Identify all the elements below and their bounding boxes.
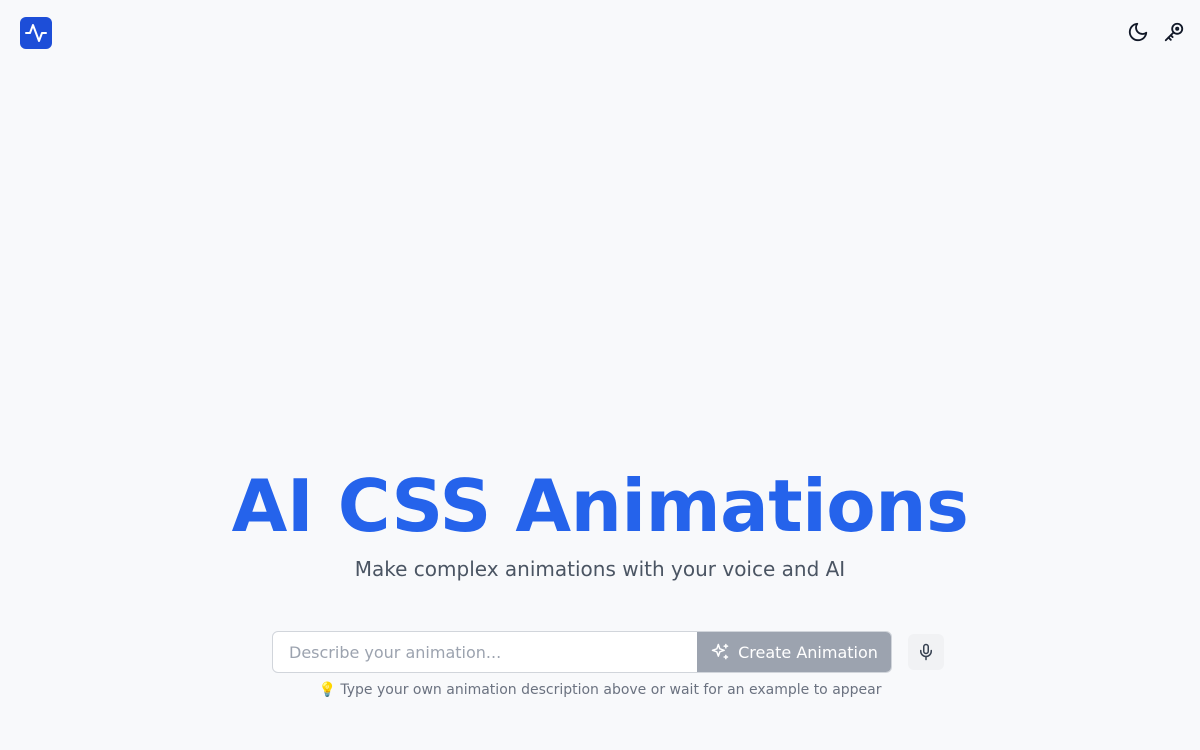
animation-description-input[interactable] — [273, 632, 697, 672]
lightbulb-icon: 💡 — [318, 682, 336, 698]
moon-icon — [1128, 22, 1148, 42]
page-subtitle: Make complex animations with your voice … — [354, 557, 846, 581]
voice-input-button[interactable] — [908, 634, 944, 670]
header-actions — [1126, 20, 1186, 44]
microphone-icon — [920, 643, 932, 661]
page-title: AI CSS Animations — [231, 464, 969, 548]
create-animation-label: Create Animation — [738, 642, 878, 662]
prompt-row: Create Animation — [272, 631, 944, 673]
hint-text: 💡 Type your own animation description ab… — [0, 682, 1200, 698]
create-animation-button[interactable]: Create Animation — [697, 632, 891, 672]
key-icon — [1164, 22, 1184, 42]
app-logo[interactable] — [20, 17, 52, 49]
sparkles-icon — [711, 643, 729, 660]
hint-message: Type your own animation description abov… — [340, 682, 882, 698]
activity-pulse-icon — [25, 24, 47, 42]
hero-section: AI CSS Animations Make complex animation… — [0, 466, 1200, 582]
theme-toggle-button[interactable] — [1126, 20, 1150, 44]
api-key-button[interactable] — [1162, 20, 1186, 44]
prompt-input-group: Create Animation — [272, 631, 892, 673]
